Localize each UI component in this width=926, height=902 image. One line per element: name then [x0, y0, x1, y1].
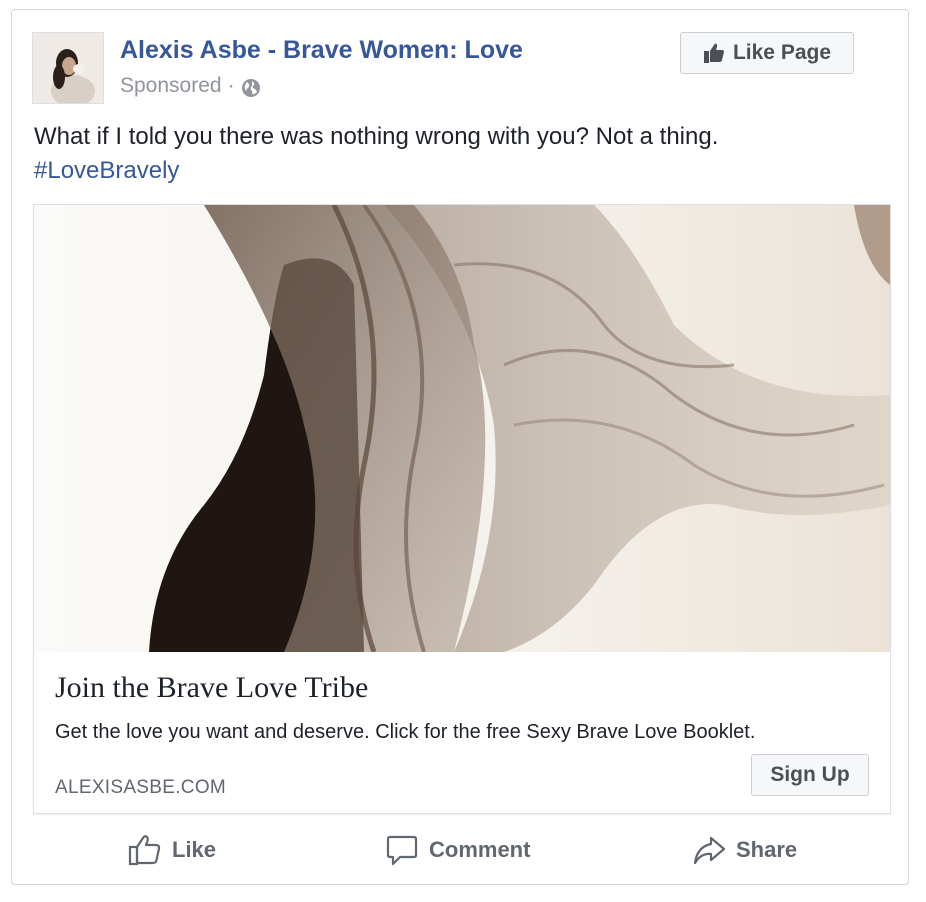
share-arrow-icon	[693, 836, 726, 865]
comment-button[interactable]: Comment	[385, 826, 530, 874]
post-message-text: What if I told you there was nothing wro…	[34, 123, 719, 150]
ad-attachment[interactable]: Join the Brave Love Tribe Get the love y…	[33, 204, 891, 814]
like-page-label: Like Page	[732, 41, 832, 64]
thumbs-up-icon	[703, 43, 724, 63]
ad-domain[interactable]: ALEXISASBE.COM	[55, 777, 226, 799]
share-button[interactable]: Share	[692, 826, 797, 874]
hashtag-link[interactable]: #LoveBravely	[34, 154, 894, 188]
page-avatar[interactable]	[32, 32, 104, 104]
ad-image[interactable]	[34, 205, 890, 652]
share-label: Share	[736, 837, 798, 862]
post-meta: Sponsored ·	[120, 74, 261, 98]
like-page-button[interactable]: Like Page	[680, 32, 854, 74]
ad-description[interactable]: Get the love you want and deserve. Click…	[55, 721, 755, 744]
comment-label: Comment	[429, 837, 531, 862]
post-message: What if I told you there was nothing wro…	[34, 120, 894, 188]
ad-headline[interactable]: Join the Brave Love Tribe	[55, 671, 368, 705]
sign-up-button[interactable]: Sign Up	[751, 754, 869, 796]
post-action-bar: Like Comment Share	[12, 826, 908, 874]
globe-icon[interactable]	[241, 78, 261, 98]
like-button[interactable]: Like	[128, 826, 216, 874]
page-name-link[interactable]: Alexis Asbe - Brave Women: Love	[120, 36, 523, 65]
meta-separator: ·	[227, 74, 235, 97]
sponsored-post-card: Alexis Asbe - Brave Women: Love Sponsore…	[11, 9, 909, 885]
speech-bubble-icon	[386, 835, 418, 866]
sponsored-label[interactable]: Sponsored	[120, 74, 222, 98]
thumbs-up-outline-icon	[128, 835, 161, 866]
like-label: Like	[172, 837, 217, 862]
